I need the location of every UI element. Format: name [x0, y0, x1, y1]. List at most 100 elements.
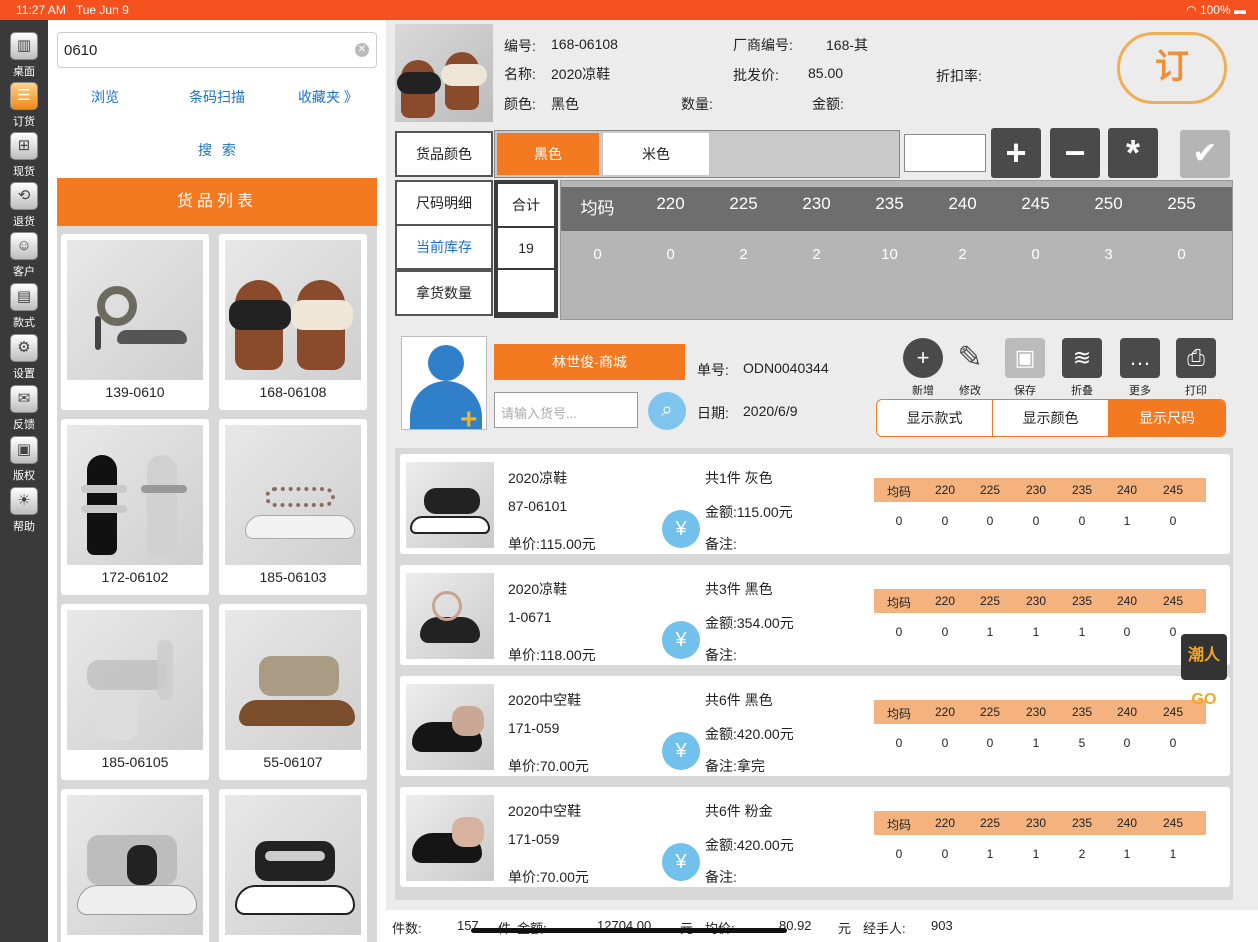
- number-value: 168-06108: [551, 36, 618, 52]
- settings-icon: ⚙: [10, 334, 38, 362]
- customer-name[interactable]: 林世俊-商城: [494, 344, 685, 380]
- rail-item-copyright[interactable]: ▣ 版权: [0, 430, 48, 482]
- color-chip-black[interactable]: 黑色: [497, 133, 599, 175]
- mini-size: 225: [979, 483, 1001, 497]
- add-button[interactable]: + 新增: [898, 338, 948, 398]
- order-item[interactable]: 2020凉鞋 1-0671 单价:118.00元 ¥ 共3件 黑色 金额:354…: [400, 565, 1230, 665]
- plus-button[interactable]: +: [991, 128, 1041, 178]
- tab-show-style[interactable]: 显示款式: [877, 400, 993, 436]
- style-icon: ▤: [10, 283, 38, 311]
- order-list: 2020凉鞋 87-06101 单价:115.00元 ¥ 共1件 灰色 金额:1…: [395, 448, 1233, 900]
- asterisk-button[interactable]: *: [1108, 128, 1158, 178]
- nav-rail: ▥ 桌面 ☰ 订货 ⊞ 现货 ⟲ 退货 ☺ 客户 ▤ 款式 ⚙ 设置 ✉ 反馈 ▣ 版权 ☀ 帮助: [0, 20, 48, 942]
- home-indicator[interactable]: [471, 928, 787, 933]
- action-label: 保存: [1014, 385, 1036, 397]
- order-item-code: 87-06101: [508, 498, 568, 514]
- save-button[interactable]: ▣ 保存: [1000, 338, 1050, 398]
- order-item[interactable]: 2020中空鞋 171-059 单价:70.00元 ¥ 共6件 粉金 金额:42…: [400, 787, 1230, 887]
- current-stock-button[interactable]: 当前库存: [395, 224, 493, 270]
- order-item-price: 单价:70.00元: [508, 869, 589, 885]
- search-button[interactable]: 搜 索: [198, 140, 239, 160]
- yen-icon[interactable]: ¥: [662, 732, 700, 770]
- mini-qty: 0: [895, 514, 903, 528]
- mini-size: 220: [934, 594, 956, 608]
- chaoren-go-logo[interactable]: 潮人GO: [1181, 634, 1227, 708]
- product-card[interactable]: 172-06102: [61, 419, 209, 595]
- yen-icon[interactable]: ¥: [662, 621, 700, 659]
- save-icon: ▣: [1005, 338, 1045, 378]
- mini-size: 225: [979, 816, 1001, 830]
- rail-item-desktop[interactable]: ▥ 桌面: [0, 26, 48, 78]
- mini-size: 220: [934, 483, 956, 497]
- rail-item-help[interactable]: ☀ 帮助: [0, 481, 48, 533]
- order-item-price: 单价:118.00元: [508, 647, 596, 663]
- minus-button[interactable]: −: [1050, 128, 1100, 178]
- help-icon: ☀: [10, 487, 38, 515]
- rail-item-stock[interactable]: ⊞ 现货: [0, 126, 48, 178]
- product-card[interactable]: 168-06108: [219, 234, 367, 410]
- favorites-link[interactable]: 收藏夹 》: [298, 87, 358, 107]
- mini-size: 225: [979, 705, 1001, 719]
- product-card[interactable]: 55-06107: [219, 604, 367, 780]
- edit-button[interactable]: ✎ 修改: [945, 338, 995, 398]
- product-card[interactable]: [219, 789, 367, 942]
- qty-label: 数量:: [681, 96, 713, 112]
- add-icon: +: [903, 338, 943, 378]
- order-item-image: [406, 462, 494, 548]
- plus-icon: +: [460, 403, 478, 430]
- mini-qty: 0: [895, 847, 903, 861]
- rail-item-customer[interactable]: ☺ 客户: [0, 226, 48, 278]
- order-item[interactable]: 2020凉鞋 87-06101 单价:115.00元 ¥ 共1件 灰色 金额:1…: [400, 454, 1230, 554]
- order-item-amount: 金额:420.00元: [705, 726, 794, 742]
- barcode-scan-link[interactable]: 条码扫描: [189, 87, 245, 107]
- size-stock: 2: [739, 246, 748, 263]
- mini-qty: 0: [1123, 625, 1131, 639]
- product-code: 139-0610: [105, 384, 165, 400]
- quantity-input[interactable]: [904, 134, 986, 172]
- print-button[interactable]: ⎙ 打印: [1171, 338, 1221, 398]
- product-card[interactable]: 185-06105: [61, 604, 209, 780]
- product-color-button[interactable]: 货品颜色: [395, 131, 493, 177]
- order-icon: ☰: [10, 82, 38, 110]
- customer-avatar[interactable]: +: [401, 336, 487, 430]
- size-stock: 10: [881, 246, 898, 263]
- fold-button[interactable]: ≋ 折叠: [1057, 338, 1107, 398]
- product-card[interactable]: 185-06103: [219, 419, 367, 595]
- status-time: 11:27 AM Tue Jun 9: [16, 3, 129, 17]
- size-stock: 3: [1104, 246, 1113, 263]
- mini-qty: 0: [1032, 514, 1040, 528]
- more-button[interactable]: … 更多: [1115, 338, 1165, 398]
- order-item[interactable]: 2020中空鞋 171-059 单价:70.00元 ¥ 共6件 黑色 金额:42…: [400, 676, 1230, 776]
- tab-show-color[interactable]: 显示颜色: [993, 400, 1109, 436]
- rail-item-style[interactable]: ▤ 款式: [0, 277, 48, 329]
- order-no-value: ODN0040344: [743, 360, 829, 376]
- size-header: 235: [875, 194, 904, 213]
- color-chip-beige[interactable]: 米色: [603, 133, 709, 175]
- wholesale-label: 批发价:: [733, 67, 779, 83]
- browse-link[interactable]: 浏览: [91, 87, 119, 107]
- search-icon[interactable]: ⌕: [648, 392, 686, 430]
- product-card[interactable]: 139-0610: [61, 234, 209, 410]
- bank-icon: ▥: [10, 32, 38, 60]
- size-detail-button[interactable]: 尺码明细: [395, 180, 493, 226]
- mini-qty: 0: [941, 514, 949, 528]
- search-input[interactable]: 0610 ✕: [57, 32, 377, 68]
- yen-icon[interactable]: ¥: [662, 843, 700, 881]
- total-take-cell[interactable]: [498, 270, 554, 312]
- mini-size: 均码: [886, 596, 911, 610]
- confirm-button[interactable]: ✔: [1180, 130, 1230, 178]
- product-code-input[interactable]: 请输入货号...: [494, 392, 638, 428]
- name-value: 2020凉鞋: [551, 66, 611, 82]
- mini-qty: 5: [1078, 736, 1086, 750]
- take-qty-button[interactable]: 拿货数量: [395, 270, 493, 316]
- clear-icon[interactable]: ✕: [355, 43, 369, 57]
- copyright-icon: ▣: [10, 436, 38, 464]
- rail-item-feedback[interactable]: ✉ 反馈: [0, 379, 48, 431]
- yen-icon[interactable]: ¥: [662, 510, 700, 548]
- discount-label: 折扣率:: [936, 68, 982, 84]
- rail-item-settings[interactable]: ⚙ 设置: [0, 328, 48, 380]
- rail-item-return[interactable]: ⟲ 退货: [0, 176, 48, 228]
- tab-show-size[interactable]: 显示尺码: [1109, 400, 1225, 436]
- rail-item-order[interactable]: ☰ 订货: [0, 76, 48, 128]
- product-card[interactable]: [61, 789, 209, 942]
